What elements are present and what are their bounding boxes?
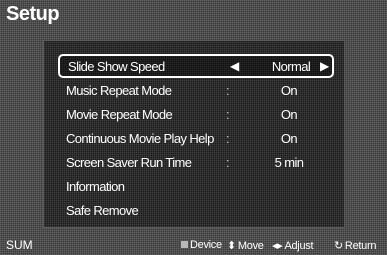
return-label: Return: [344, 240, 377, 252]
menu-item-label: Continuous Movie Play Help: [66, 130, 214, 146]
square-icon: [181, 241, 188, 248]
menu-item-value: On: [280, 106, 298, 122]
device-label: Device: [190, 239, 222, 251]
return-hint[interactable]: ↻ Return: [334, 239, 376, 252]
menu-item-label: Music Repeat Mode: [66, 82, 172, 98]
menu-item-value: 5 min: [274, 154, 304, 170]
separator: :: [226, 82, 230, 98]
menu-item-screen-saver-run-time[interactable]: Screen Saver Run Time : 5 min: [58, 150, 334, 174]
move-hint: ⬍ Move: [227, 239, 264, 252]
menu-item-label: Slide Show Speed: [68, 58, 165, 74]
menu-item-label: Screen Saver Run Time: [66, 154, 192, 170]
footer-bar: SUM Device ⬍ Move ◂▸ Adjust ↻ Return: [0, 236, 387, 255]
up-down-arrow-icon: ⬍: [227, 240, 236, 252]
menu-item-value: On: [280, 130, 298, 146]
menu-item-continuous-movie-play-help[interactable]: Continuous Movie Play Help : On: [58, 126, 334, 150]
menu-item-label: Movie Repeat Mode: [66, 106, 173, 122]
menu-item-music-repeat-mode[interactable]: Music Repeat Mode : On: [58, 78, 334, 102]
separator: :: [226, 106, 230, 122]
separator: :: [226, 154, 230, 170]
separator: :: [226, 130, 230, 146]
menu-item-label: Information: [66, 178, 125, 194]
return-arrow-icon: ↻: [334, 240, 343, 252]
page-title: Setup: [6, 3, 60, 25]
device-hint[interactable]: Device: [181, 239, 222, 251]
menu-item-value: Normal: [271, 58, 311, 74]
sum-label: SUM: [6, 238, 33, 252]
menu-item-movie-repeat-mode[interactable]: Movie Repeat Mode : On: [58, 102, 334, 126]
menu-item-slide-show-speed[interactable]: Slide Show Speed ◀ Normal ▶: [58, 54, 334, 78]
left-arrow-icon[interactable]: ◀: [230, 59, 239, 73]
menu-item-value: On: [280, 82, 298, 98]
adjust-label: Adjust: [284, 240, 314, 252]
left-right-arrow-icon: ◂▸: [272, 240, 283, 252]
menu-item-safe-remove[interactable]: Safe Remove: [58, 198, 334, 222]
right-arrow-icon[interactable]: ▶: [320, 59, 329, 73]
screen: Setup Slide Show Speed ◀ Normal ▶ Music …: [0, 0, 387, 255]
adjust-hint: ◂▸ Adjust: [272, 239, 314, 252]
menu-item-label: Safe Remove: [66, 202, 139, 218]
menu-item-information[interactable]: Information: [58, 174, 334, 198]
move-label: Move: [237, 240, 264, 252]
